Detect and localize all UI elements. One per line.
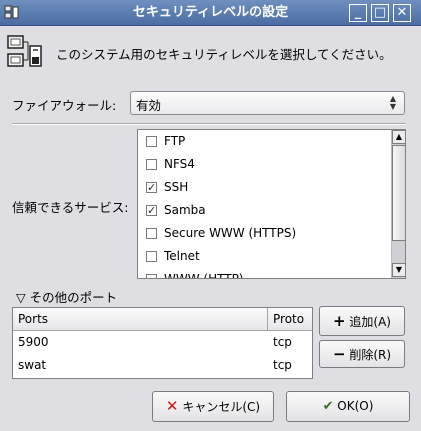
service-checkbox[interactable]: [146, 159, 157, 170]
trusted-services-list[interactable]: FTP NFS4 ✓ SSH ✓ Samba Secure WWW (HTTPS) Telne…: [137, 129, 406, 279]
other-ports-table[interactable]: Ports Proto 5900 tcp swat tcp: [12, 307, 313, 379]
table-cell-port[interactable]: 5900: [18, 335, 49, 349]
title-bar[interactable]: セキュリティレベルの設定 _ □ ✕: [0, 0, 421, 26]
header-instruction: このシステム用のセキュリティレベルを選択してください。: [56, 47, 392, 62]
trusted-services-label: 信頼できるサービス:: [12, 200, 129, 215]
service-label: Secure WWW (HTTPS): [164, 226, 297, 240]
firewall-select-value: 有効: [136, 98, 162, 113]
service-item[interactable]: Secure WWW (HTTPS): [138, 223, 388, 246]
service-item[interactable]: Telnet: [138, 246, 388, 269]
scroll-up-arrow-icon[interactable]: ▲: [392, 130, 405, 144]
service-label: FTP: [164, 134, 186, 148]
add-port-button[interactable]: + 追加(A): [319, 306, 405, 336]
service-checkbox[interactable]: ✓: [146, 182, 157, 193]
cancel-button-label: キャンセル(C): [182, 400, 261, 414]
column-header-ports[interactable]: Ports: [13, 308, 268, 331]
close-button[interactable]: ✕: [393, 4, 411, 22]
service-label: Samba: [164, 203, 206, 217]
cancel-button[interactable]: ✕ キャンセル(C): [152, 391, 274, 422]
remove-port-button[interactable]: − 削除(R): [319, 340, 405, 368]
service-item[interactable]: FTP: [138, 131, 388, 154]
plus-icon: +: [333, 312, 346, 330]
service-item[interactable]: WWW (HTTP): [138, 269, 388, 279]
firewall-select[interactable]: 有効 ▲ ▼: [130, 91, 405, 115]
minimize-button[interactable]: _: [349, 4, 367, 22]
cancel-x-icon: ✕: [165, 397, 179, 415]
service-checkbox[interactable]: [146, 136, 157, 147]
expander-triangle-icon: ▽: [16, 290, 26, 305]
service-item[interactable]: ✓ Samba: [138, 200, 388, 223]
ok-button-label: OK(O): [337, 399, 374, 413]
service-checkbox[interactable]: [146, 228, 157, 239]
firewall-label: ファイアウォール:: [12, 98, 117, 113]
service-item[interactable]: NFS4: [138, 154, 388, 177]
services-scrollbar[interactable]: ▲ ▼: [391, 130, 405, 278]
other-ports-label: その他のポート: [29, 290, 118, 305]
service-checkbox[interactable]: [146, 274, 157, 278]
service-checkbox[interactable]: [146, 251, 157, 262]
updown-arrows-icon: ▲ ▼: [389, 94, 397, 111]
other-ports-expander[interactable]: ▽ その他のポート: [16, 287, 117, 306]
scrollbar-thumb[interactable]: [392, 145, 405, 241]
service-label: SSH: [164, 180, 189, 194]
service-label: WWW (HTTP): [164, 272, 244, 279]
separator: [12, 123, 406, 125]
minus-icon: −: [332, 345, 346, 363]
security-level-icon: [7, 35, 42, 67]
scroll-down-arrow-icon[interactable]: ▼: [392, 263, 405, 277]
table-cell-proto[interactable]: tcp: [273, 358, 292, 372]
service-item[interactable]: ✓ SSH: [138, 177, 388, 200]
service-label: NFS4: [164, 157, 195, 171]
column-header-proto[interactable]: Proto: [268, 308, 312, 331]
add-button-label: 追加(A): [349, 315, 391, 329]
table-cell-port[interactable]: swat: [18, 358, 46, 372]
service-checkbox[interactable]: ✓: [146, 205, 157, 216]
ok-check-icon: ✔: [322, 399, 334, 414]
service-label: Telnet: [164, 249, 200, 263]
remove-button-label: 削除(R): [349, 348, 392, 362]
table-cell-proto[interactable]: tcp: [273, 335, 292, 349]
maximize-button[interactable]: □: [371, 4, 389, 22]
ok-button[interactable]: ✔ OK(O): [286, 391, 410, 422]
